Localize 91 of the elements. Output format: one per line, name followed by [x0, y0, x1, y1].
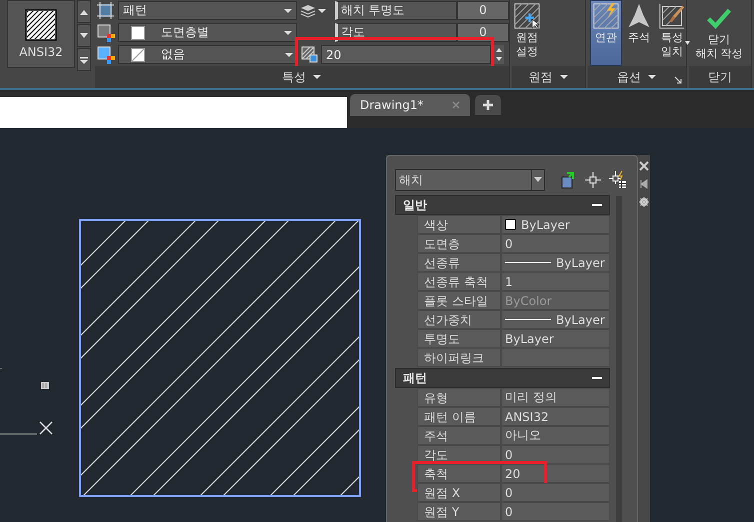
up-arrow-icon: [80, 8, 88, 14]
property-value[interactable]: 0: [501, 234, 610, 253]
hatch-color-dropdown[interactable]: 도면층별: [118, 23, 298, 42]
layers-icon: [300, 4, 316, 18]
caret-icon: [558, 73, 568, 81]
panel-title: 옵션: [617, 68, 641, 86]
hatch-type-dropdown[interactable]: 패턴: [118, 1, 298, 20]
select-objects-icon: [585, 172, 601, 188]
option-button[interactable]: 주석: [623, 0, 655, 66]
caret-icon: [647, 73, 657, 81]
close-icon: [452, 101, 460, 109]
dropdown-arrow-icon: [283, 6, 294, 14]
line-sample-icon: [505, 261, 551, 264]
option-button[interactable]: 특성 일치: [656, 0, 688, 66]
panel-title-bar[interactable]: 닫기: [689, 66, 751, 88]
property-value[interactable]: ByLayer: [501, 215, 610, 234]
scroll-up-button[interactable]: [77, 0, 91, 23]
property-label: 유형: [417, 388, 501, 407]
dropdown-arrow-icon: [284, 50, 294, 58]
down-arrow-icon: [80, 32, 88, 38]
new-tab-button[interactable]: [475, 95, 501, 115]
panel-title-bar[interactable]: 원점: [512, 66, 585, 88]
hatch-scale-icon: [301, 46, 318, 63]
panel-title: 닫기: [708, 68, 732, 86]
plus-icon: [483, 100, 493, 110]
property-label: 축척: [417, 464, 501, 483]
property-value[interactable]: 1: [501, 272, 610, 291]
down-arrow-icon: [496, 57, 502, 62]
settings-icon: [639, 197, 649, 207]
property-value[interactable]: ByLayer: [501, 329, 610, 348]
property-value[interactable]: 0: [501, 502, 610, 521]
background-color-dropdown[interactable]: 없음: [118, 45, 298, 64]
close-icon: [639, 161, 649, 171]
property-value[interactable]: 0: [501, 483, 610, 502]
property-label: 하이퍼링크: [417, 348, 501, 367]
property-label: 패턴 이름: [417, 407, 501, 426]
property-value[interactable]: 20: [501, 464, 610, 483]
caret-icon: [318, 8, 326, 14]
property-label: 주석: [417, 426, 501, 445]
property-label: 원점 X: [417, 483, 501, 502]
property-label: 투명도: [417, 329, 501, 348]
match-properties-icon: [659, 3, 685, 29]
annotation-scale-icon: [626, 3, 652, 29]
hatch-pattern-icon: [25, 9, 57, 41]
close-hatch-button[interactable]: 닫기 해치 작성: [689, 0, 749, 66]
property-label: 플롯 스타일: [417, 291, 501, 310]
set-origin-icon: [514, 3, 540, 29]
drawing-tab[interactable]: Drawing1*: [350, 94, 470, 116]
set-origin-button[interactable]: 원점 설정: [512, 0, 542, 66]
caret-icon: [312, 73, 322, 81]
option-button[interactable]: 연관: [590, 0, 622, 66]
object-type-dropdown[interactable]: 해치: [395, 169, 545, 191]
panel-title: 특성: [282, 68, 306, 86]
hatch-type-icon: [97, 2, 115, 20]
up-arrow-icon: [496, 48, 502, 52]
color-swatch-icon: [505, 219, 516, 230]
pin-icon: [639, 179, 649, 189]
dialog-launcher-icon: [674, 76, 682, 84]
property-value[interactable]: 아니오: [501, 426, 610, 445]
pattern-tile[interactable]: ANSI32: [7, 0, 75, 68]
quick-select-icon: [609, 171, 627, 189]
property-label: 선가중치: [417, 310, 501, 329]
property-value[interactable]: ANSI32: [501, 407, 610, 426]
none-swatch-icon: [131, 48, 145, 62]
dropdown-arrow-icon: [534, 177, 542, 183]
section-header[interactable]: 패턴: [395, 368, 610, 388]
background-color-icon: [97, 46, 115, 64]
panel-title-bar[interactable]: 옵션: [588, 66, 686, 88]
property-label: 선종류 축척: [417, 272, 501, 291]
scroll-down-button[interactable]: [77, 24, 91, 47]
toggle-pickadd-icon: [559, 171, 577, 189]
property-label: 원점 Y: [417, 502, 501, 521]
color-swatch-icon: [131, 26, 145, 40]
property-value[interactable]: 미리 정의: [501, 388, 610, 407]
expand-icon: [80, 56, 88, 64]
property-value[interactable]: 0: [501, 445, 610, 464]
spin-button[interactable]: [494, 45, 504, 64]
property-label: 색상: [417, 215, 501, 234]
more-button[interactable]: [77, 48, 91, 71]
scale-input-field[interactable]: 20: [321, 45, 491, 64]
associative-icon: [593, 3, 619, 29]
property-label: 선종류: [417, 253, 501, 272]
panel-title-bar[interactable]: 특성: [95, 66, 509, 88]
section-header[interactable]: 일반: [395, 195, 610, 215]
panel-title: 원점: [528, 68, 552, 86]
dropdown-arrow-icon: [283, 28, 294, 36]
line-sample-icon: [505, 318, 551, 321]
property-label: 도면층: [417, 234, 501, 253]
hatch-color-icon: [97, 24, 115, 42]
property-value[interactable]: ByLayer: [501, 310, 610, 329]
property-value[interactable]: ByLayer: [501, 253, 610, 272]
